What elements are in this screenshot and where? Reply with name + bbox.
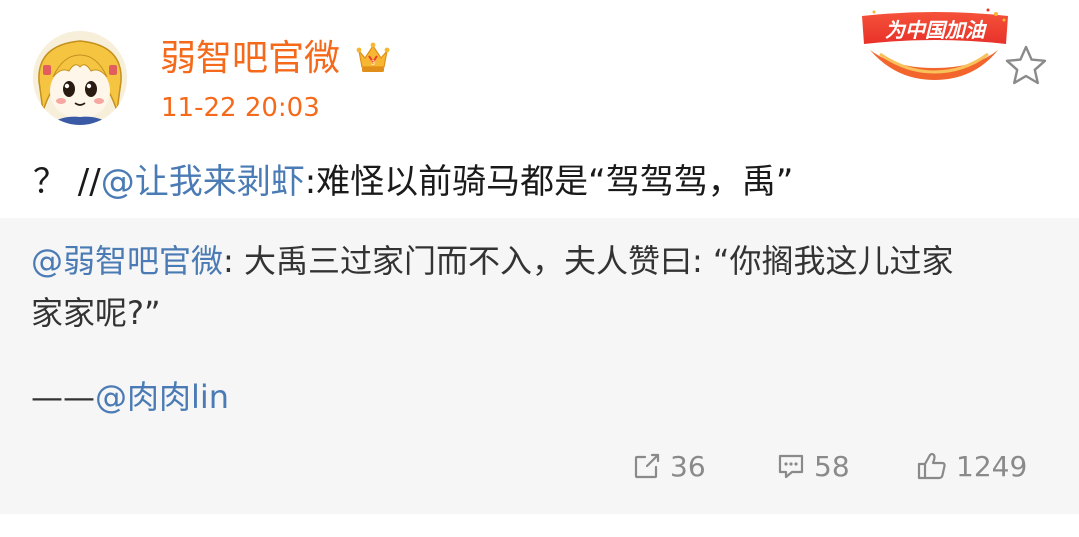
quoted-signoff: ——@肉肉lin [31, 374, 229, 420]
quoted-line-2: 家家呢?” [31, 294, 161, 332]
campaign-badge[interactable]: 为中国加油 [856, 6, 1014, 84]
repost-count: 36 [670, 449, 706, 483]
quoted-line-1-text: : 大禹三过家门而不入，夫人赞曰: “你搁我这儿过家 [223, 242, 954, 280]
quoted-author-mention[interactable]: @弱智吧官微 [31, 242, 223, 280]
mention-link[interactable]: @让我来剥虾 [101, 162, 305, 202]
comment-button[interactable]: 58 [776, 446, 850, 486]
svg-text:3: 3 [371, 60, 375, 67]
comment-count: 58 [814, 449, 850, 483]
weibo-post-card: 弱智吧官微 3 11-22 20:03 为中国加油 ？ //@让我来剥虾:难怪以… [0, 0, 1079, 537]
like-button[interactable]: 1249 [916, 446, 1027, 486]
quoted-post-text: @弱智吧官微: 大禹三过家门而不入，夫人赞曰: “你搁我这儿过家 家家呢?” [31, 235, 1041, 339]
post-body-content: :难怪以前骑马都是“驾驾驾，禹” [304, 162, 794, 202]
signoff-dash: —— [31, 378, 95, 416]
avatar[interactable] [33, 31, 127, 125]
post-body-prefix: ？ // [33, 162, 101, 202]
quoted-post[interactable]: @弱智吧官微: 大禹三过家门而不入，夫人赞曰: “你搁我这儿过家 家家呢?” —… [0, 218, 1079, 514]
repost-icon [634, 453, 660, 479]
post-body-text: ？ //@让我来剥虾:难怪以前骑马都是“驾驾驾，禹” [33, 158, 793, 206]
star-outline-icon[interactable] [1004, 44, 1048, 86]
crown-vip-icon[interactable]: 3 [354, 39, 392, 77]
like-count: 1249 [956, 449, 1028, 483]
card-bottom-spacer [0, 514, 1079, 537]
thumbs-up-icon [917, 452, 946, 480]
campaign-badge-text: 为中国加油 [885, 18, 985, 42]
signoff-mention-link[interactable]: @肉肉lin [95, 378, 229, 416]
post-timestamp: 11-22 20:03 [161, 93, 320, 123]
quoted-line-1: @弱智吧官微: 大禹三过家门而不入，夫人赞曰: “你搁我这儿过家 [31, 235, 1041, 287]
avatar-illustration-icon [33, 31, 127, 125]
comment-icon [778, 454, 804, 479]
repost-button[interactable]: 36 [632, 446, 706, 486]
username-link[interactable]: 弱智吧官微 [160, 35, 340, 83]
